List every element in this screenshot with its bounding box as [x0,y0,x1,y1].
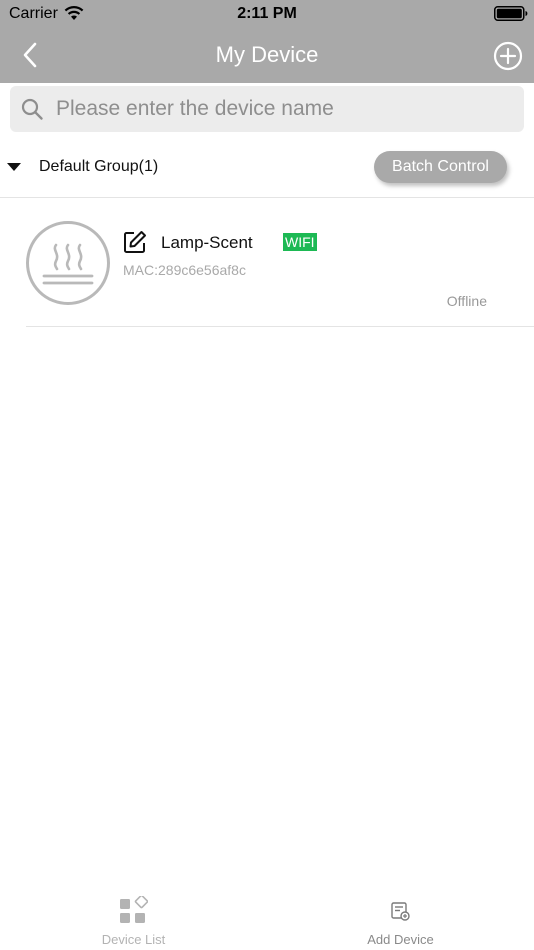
add-device-icon [391,902,410,921]
group-header[interactable]: Default Group(1) Batch Control [0,140,534,198]
search-icon [21,98,43,120]
battery-icon [494,6,528,21]
device-status: Offline [446,293,487,309]
device-name: Lamp-Scent [161,233,253,252]
device-list-icon [120,896,148,923]
my-device-screen: Carrier 2:11 PM My Device Please enter t… [0,0,534,950]
search-input[interactable] [56,86,511,132]
tab-add-device[interactable]: Add Device [267,880,534,950]
tab-device-list[interactable]: Device List [0,880,267,950]
tab-bar: Device List Add Device [0,880,534,950]
tab-label-add-device: Add Device [367,932,434,947]
edit-icon[interactable] [123,230,147,254]
device-mac: MAC:289c6e56af8c [123,262,246,278]
tab-label-device-list: Device List [101,932,166,947]
group-title: Default Group(1) [39,158,159,175]
heater-icon [26,221,110,305]
plus-circle-icon[interactable] [492,40,524,72]
device-list-item[interactable]: Lamp-Scent WIFI MAC:289c6e56af8c Offline [26,199,534,327]
top-header: Carrier 2:11 PM My Device [0,0,534,83]
connection-badge: WIFI [283,233,317,251]
search-bar [10,86,524,132]
nav-bar: My Device [0,28,534,83]
clock: 2:11 PM [237,5,297,22]
page-title: My Device [215,42,319,67]
batch-control-button[interactable]: Batch Control [374,151,507,183]
caret-down-icon[interactable] [6,161,22,173]
status-bar: Carrier 2:11 PM [0,0,534,28]
